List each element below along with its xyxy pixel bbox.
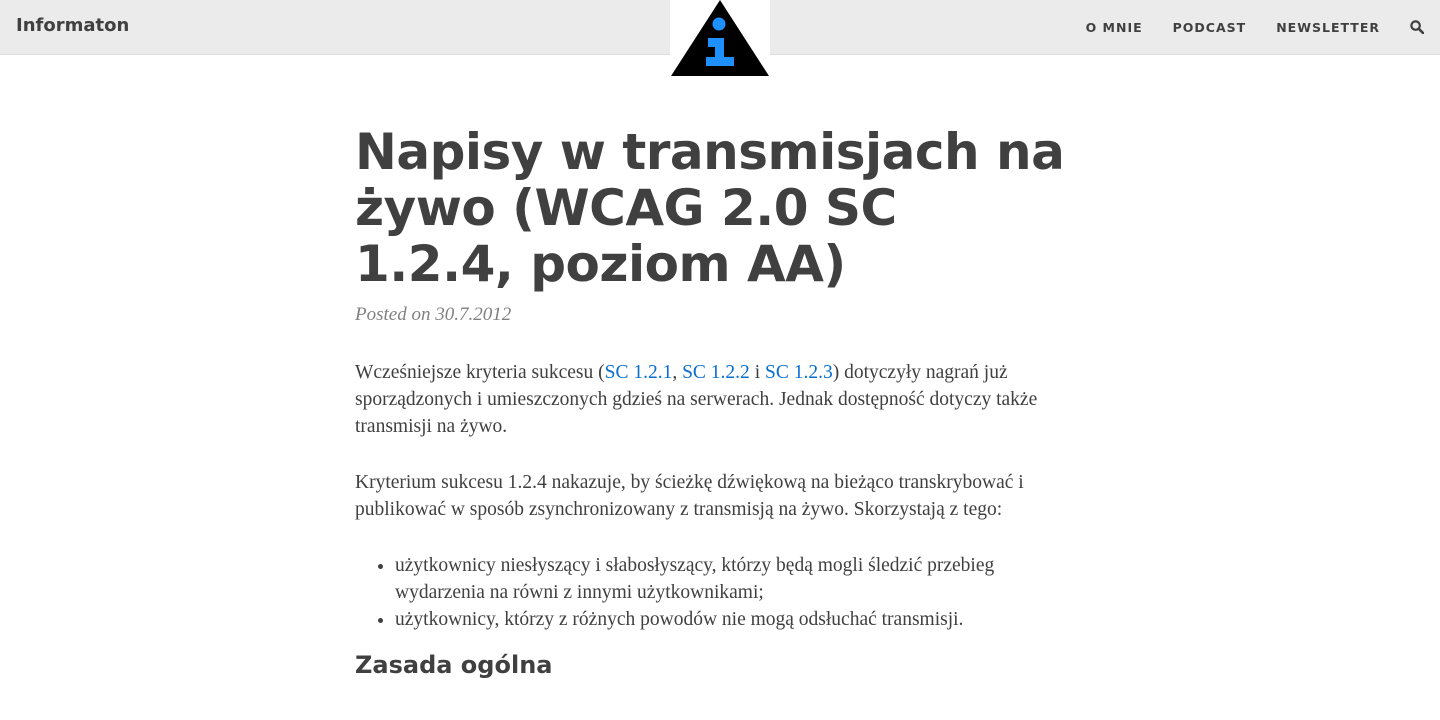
intro-sep-2: i bbox=[749, 362, 765, 383]
intro-sep-1: , bbox=[672, 362, 683, 383]
search-icon[interactable] bbox=[1410, 20, 1424, 34]
link-sc-1-2-3[interactable]: SC 1.2.3 bbox=[765, 362, 833, 383]
beneficiaries-list: użytkownicy niesłyszący i słabosłyszący,… bbox=[355, 552, 1065, 633]
main-nav: O MNIE PODCAST NEWSLETTER bbox=[1056, 0, 1424, 54]
link-sc-1-2-2[interactable]: SC 1.2.2 bbox=[682, 362, 750, 383]
list-item: użytkownicy, którzy z różnych powodów ni… bbox=[395, 606, 1065, 633]
posted-on-label: Posted on bbox=[355, 304, 431, 325]
info-triangle-logo-icon[interactable] bbox=[670, 0, 770, 78]
post-content: Napisy w transmisjach na żywo (WCAG 2.0 … bbox=[355, 124, 1065, 679]
list-item: użytkownicy niesłyszący i słabosłyszący,… bbox=[395, 552, 1065, 606]
nav-item-o-mnie[interactable]: O MNIE bbox=[1086, 20, 1143, 35]
post-meta: Posted on 30.7.2012 bbox=[355, 304, 1065, 326]
paragraph-intro: Wcześniejsze kryteria sukcesu (SC 1.2.1,… bbox=[355, 359, 1065, 440]
nav-item-newsletter[interactable]: NEWSLETTER bbox=[1276, 20, 1380, 35]
post-title: Napisy w transmisjach na żywo (WCAG 2.0 … bbox=[355, 123, 1065, 293]
site-brand-link[interactable]: Informaton bbox=[16, 15, 129, 36]
intro-text-before: Wcześniejsze kryteria sukcesu ( bbox=[355, 362, 605, 383]
link-sc-1-2-1[interactable]: SC 1.2.1 bbox=[605, 362, 673, 383]
nav-item-podcast[interactable]: PODCAST bbox=[1173, 20, 1247, 35]
post-date: 30.7.2012 bbox=[435, 304, 512, 325]
section-heading: Zasada ogólna bbox=[355, 651, 553, 679]
paragraph-criterion: Kryterium sukcesu 1.2.4 nakazuje, by ści… bbox=[355, 472, 1024, 520]
